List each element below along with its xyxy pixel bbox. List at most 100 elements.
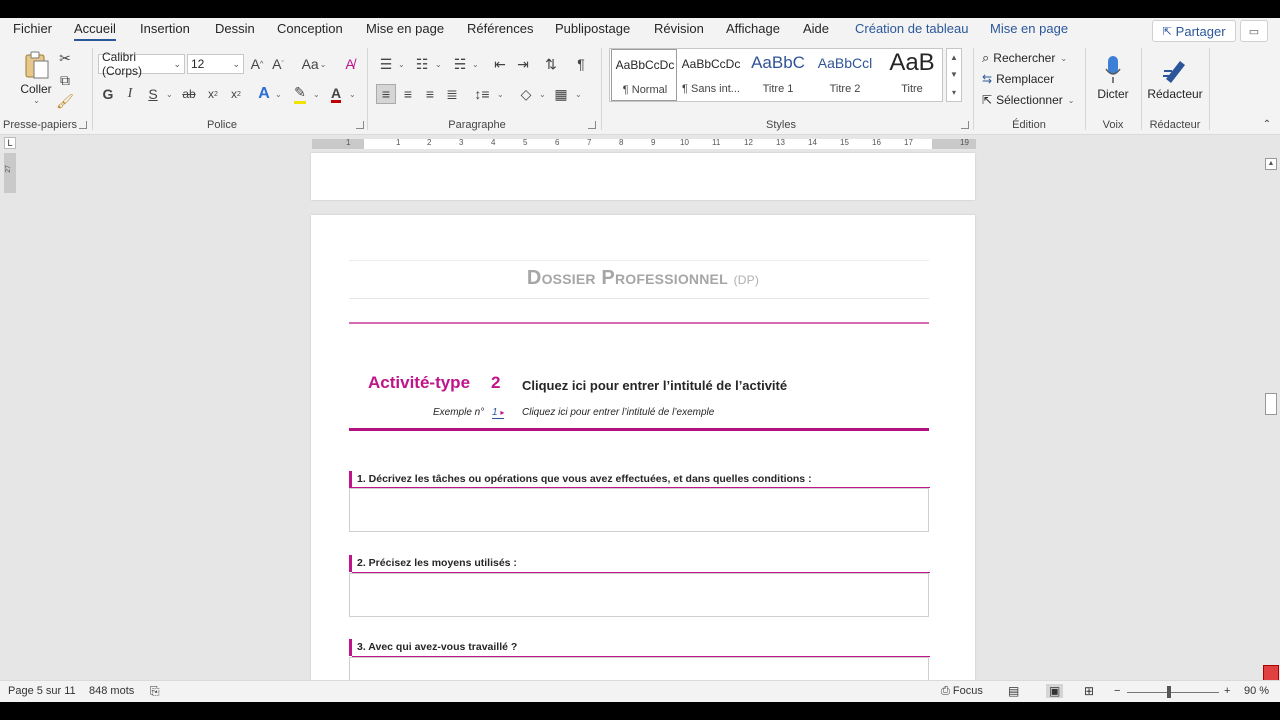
example-title-field[interactable]: Cliquez ici pour entrer l’intitulé de l’… [522, 407, 714, 418]
copy-icon[interactable]: ⧉ [55, 70, 75, 90]
styles-gallery[interactable]: AaBbCcDc ¶ Normal AaBbCcDc ¶ Sans int...… [609, 48, 943, 102]
focus-button[interactable]: ⎙ Focus [941, 685, 983, 698]
comments-button[interactable]: ▭ [1240, 20, 1268, 42]
multilevel-list-icon[interactable]: ☵ [450, 54, 470, 74]
tab-references[interactable]: Références [467, 21, 533, 36]
vertical-ruler[interactable]: 27 [4, 153, 16, 193]
tab-creation-tableau[interactable]: Création de tableau [855, 21, 968, 36]
activity-title-field[interactable]: Cliquez ici pour entrer l’intitulé de l’… [522, 378, 787, 393]
decrease-indent-icon[interactable]: ⇤ [490, 54, 510, 74]
tab-aide[interactable]: Aide [803, 21, 829, 36]
activity-type-label: Activité-type [368, 373, 471, 392]
editor-pen-icon [1163, 61, 1185, 83]
align-right-icon[interactable]: ≡ [420, 84, 440, 104]
print-layout-icon[interactable]: ▣ [1046, 684, 1064, 698]
ruler-number: 14 [808, 138, 817, 147]
vertical-scrollbar[interactable]: ▲ [1263, 153, 1280, 681]
activity-type-number[interactable]: 2 [491, 373, 500, 393]
format-painter-icon[interactable]: 🖌 [55, 91, 75, 111]
superscript-icon[interactable]: x2 [226, 84, 246, 104]
highlight-icon[interactable]: ✎ [290, 84, 310, 104]
share-button[interactable]: ⇱ Partager [1152, 20, 1236, 42]
chevron-up-icon[interactable]: ▲ [950, 53, 958, 62]
tab-table-layout[interactable]: Mise en page [990, 21, 1068, 36]
line-spacing-icon[interactable]: ↕≡ [472, 84, 492, 104]
styles-launcher-icon[interactable] [961, 121, 969, 129]
scroll-up-icon[interactable]: ▲ [1265, 158, 1277, 170]
font-color-icon[interactable]: A [326, 84, 346, 104]
editor-button[interactable]: Rédacteur [1144, 48, 1206, 108]
change-case-icon[interactable]: Aa ⌄ [300, 54, 328, 74]
bold-button[interactable]: G [98, 84, 118, 104]
shrink-font-icon[interactable]: Aˇ [268, 54, 288, 74]
dictate-button[interactable]: Dicter [1090, 48, 1136, 108]
align-center-icon[interactable]: ≡ [398, 84, 418, 104]
word-count[interactable]: 848 mots [89, 685, 134, 697]
shading-icon[interactable]: ◇ [516, 84, 536, 104]
replace-button[interactable]: ⇆ Remplacer [982, 72, 1054, 86]
increase-indent-icon[interactable]: ⇥ [513, 54, 533, 74]
paste-button[interactable]: Coller ⌄ [14, 48, 58, 106]
style-heading-2[interactable]: AaBbCcl Titre 2 [812, 49, 878, 101]
styles-gallery-scroll[interactable]: ▲ ▼ ▾ [946, 48, 962, 102]
numbering-icon[interactable]: ☷ [412, 54, 432, 74]
font-name-combo[interactable]: Calibri (Corps) ⌄ [98, 50, 185, 78]
underline-button[interactable]: S [143, 84, 163, 104]
borders-icon[interactable]: ▦ [551, 84, 571, 104]
strikethrough-button[interactable]: ab [179, 84, 199, 104]
sort-icon[interactable]: ⇅ [541, 54, 561, 74]
question-1-answer-field[interactable] [349, 488, 929, 532]
document-page[interactable]: Dossier Professionnel (DP) Activité-type… [311, 215, 975, 702]
zoom-slider[interactable] [1127, 692, 1219, 693]
text-effects-icon[interactable]: A [254, 84, 274, 104]
page-count[interactable]: Page 5 sur 11 [8, 685, 76, 697]
horizontal-ruler[interactable]: 1 1 2 3 4 5 6 7 8 9 10 11 12 13 14 15 16… [312, 138, 976, 149]
replace-label: Remplacer [996, 72, 1055, 86]
tab-accueil[interactable]: Accueil [74, 21, 116, 41]
zoom-slider-thumb[interactable] [1167, 686, 1171, 698]
grow-font-icon[interactable]: A ^ [247, 54, 267, 74]
tab-revision[interactable]: Révision [654, 21, 704, 36]
align-left-icon[interactable]: ≡ [376, 84, 396, 104]
style-heading-1[interactable]: AaBbC Titre 1 [745, 49, 811, 101]
tab-publipostage[interactable]: Publipostage [555, 21, 630, 36]
zoom-out-button[interactable]: − [1114, 685, 1120, 697]
proofing-icon[interactable]: ⎘ [150, 684, 160, 699]
subscript-icon[interactable]: x2 [203, 84, 223, 104]
clipboard-launcher-icon[interactable] [79, 121, 87, 129]
example-number-field[interactable]: 1 ▸ [492, 407, 505, 419]
read-mode-icon[interactable]: ▤ [1008, 684, 1019, 698]
font-launcher-icon[interactable] [356, 121, 364, 129]
zoom-in-button[interactable]: + [1224, 685, 1230, 697]
justify-icon[interactable]: ≣ [442, 84, 462, 104]
zoom-level[interactable]: 90 % [1244, 685, 1269, 697]
font-size-combo[interactable]: 12 ⌄ [187, 54, 244, 74]
scrollbar-thumb[interactable] [1265, 393, 1277, 415]
cut-icon[interactable]: ✂ [55, 48, 75, 68]
clear-formatting-icon[interactable]: A̸ [340, 54, 360, 74]
select-button[interactable]: ⇱ Sélectionner ⌄ [982, 93, 1074, 107]
bullets-icon[interactable]: ☰ [376, 54, 396, 74]
tab-insertion[interactable]: Insertion [140, 21, 190, 36]
tab-fichier[interactable]: Fichier [13, 21, 52, 36]
chevron-down-icon: ⌄ [232, 58, 240, 69]
tab-dessin[interactable]: Dessin [215, 21, 255, 36]
tab-affichage[interactable]: Affichage [726, 21, 780, 36]
web-layout-icon[interactable]: ⊞ [1084, 684, 1094, 698]
tab-mise-en-page[interactable]: Mise en page [366, 21, 444, 36]
style-normal[interactable]: AaBbCcDc ¶ Normal [611, 49, 677, 101]
question-2-answer-field[interactable] [349, 573, 929, 617]
tab-conception[interactable]: Conception [277, 21, 343, 36]
paragraph-launcher-icon[interactable] [588, 121, 596, 129]
pilcrow-icon[interactable]: ¶ [571, 54, 591, 74]
style-title[interactable]: AaB Titre [879, 49, 945, 101]
record-icon[interactable] [1263, 665, 1279, 681]
style-no-spacing[interactable]: AaBbCcDc ¶ Sans int... [678, 49, 744, 101]
chevron-down-icon[interactable]: ▼ [950, 70, 958, 79]
previous-page[interactable] [311, 153, 975, 200]
find-button[interactable]: ⌕ Rechercher ⌄ [982, 50, 1067, 66]
tab-selector-icon[interactable]: L [4, 137, 16, 149]
italic-button[interactable]: I [120, 84, 140, 104]
more-icon[interactable]: ▾ [952, 88, 956, 97]
collapse-ribbon-icon[interactable]: ⌃ [1257, 114, 1277, 134]
